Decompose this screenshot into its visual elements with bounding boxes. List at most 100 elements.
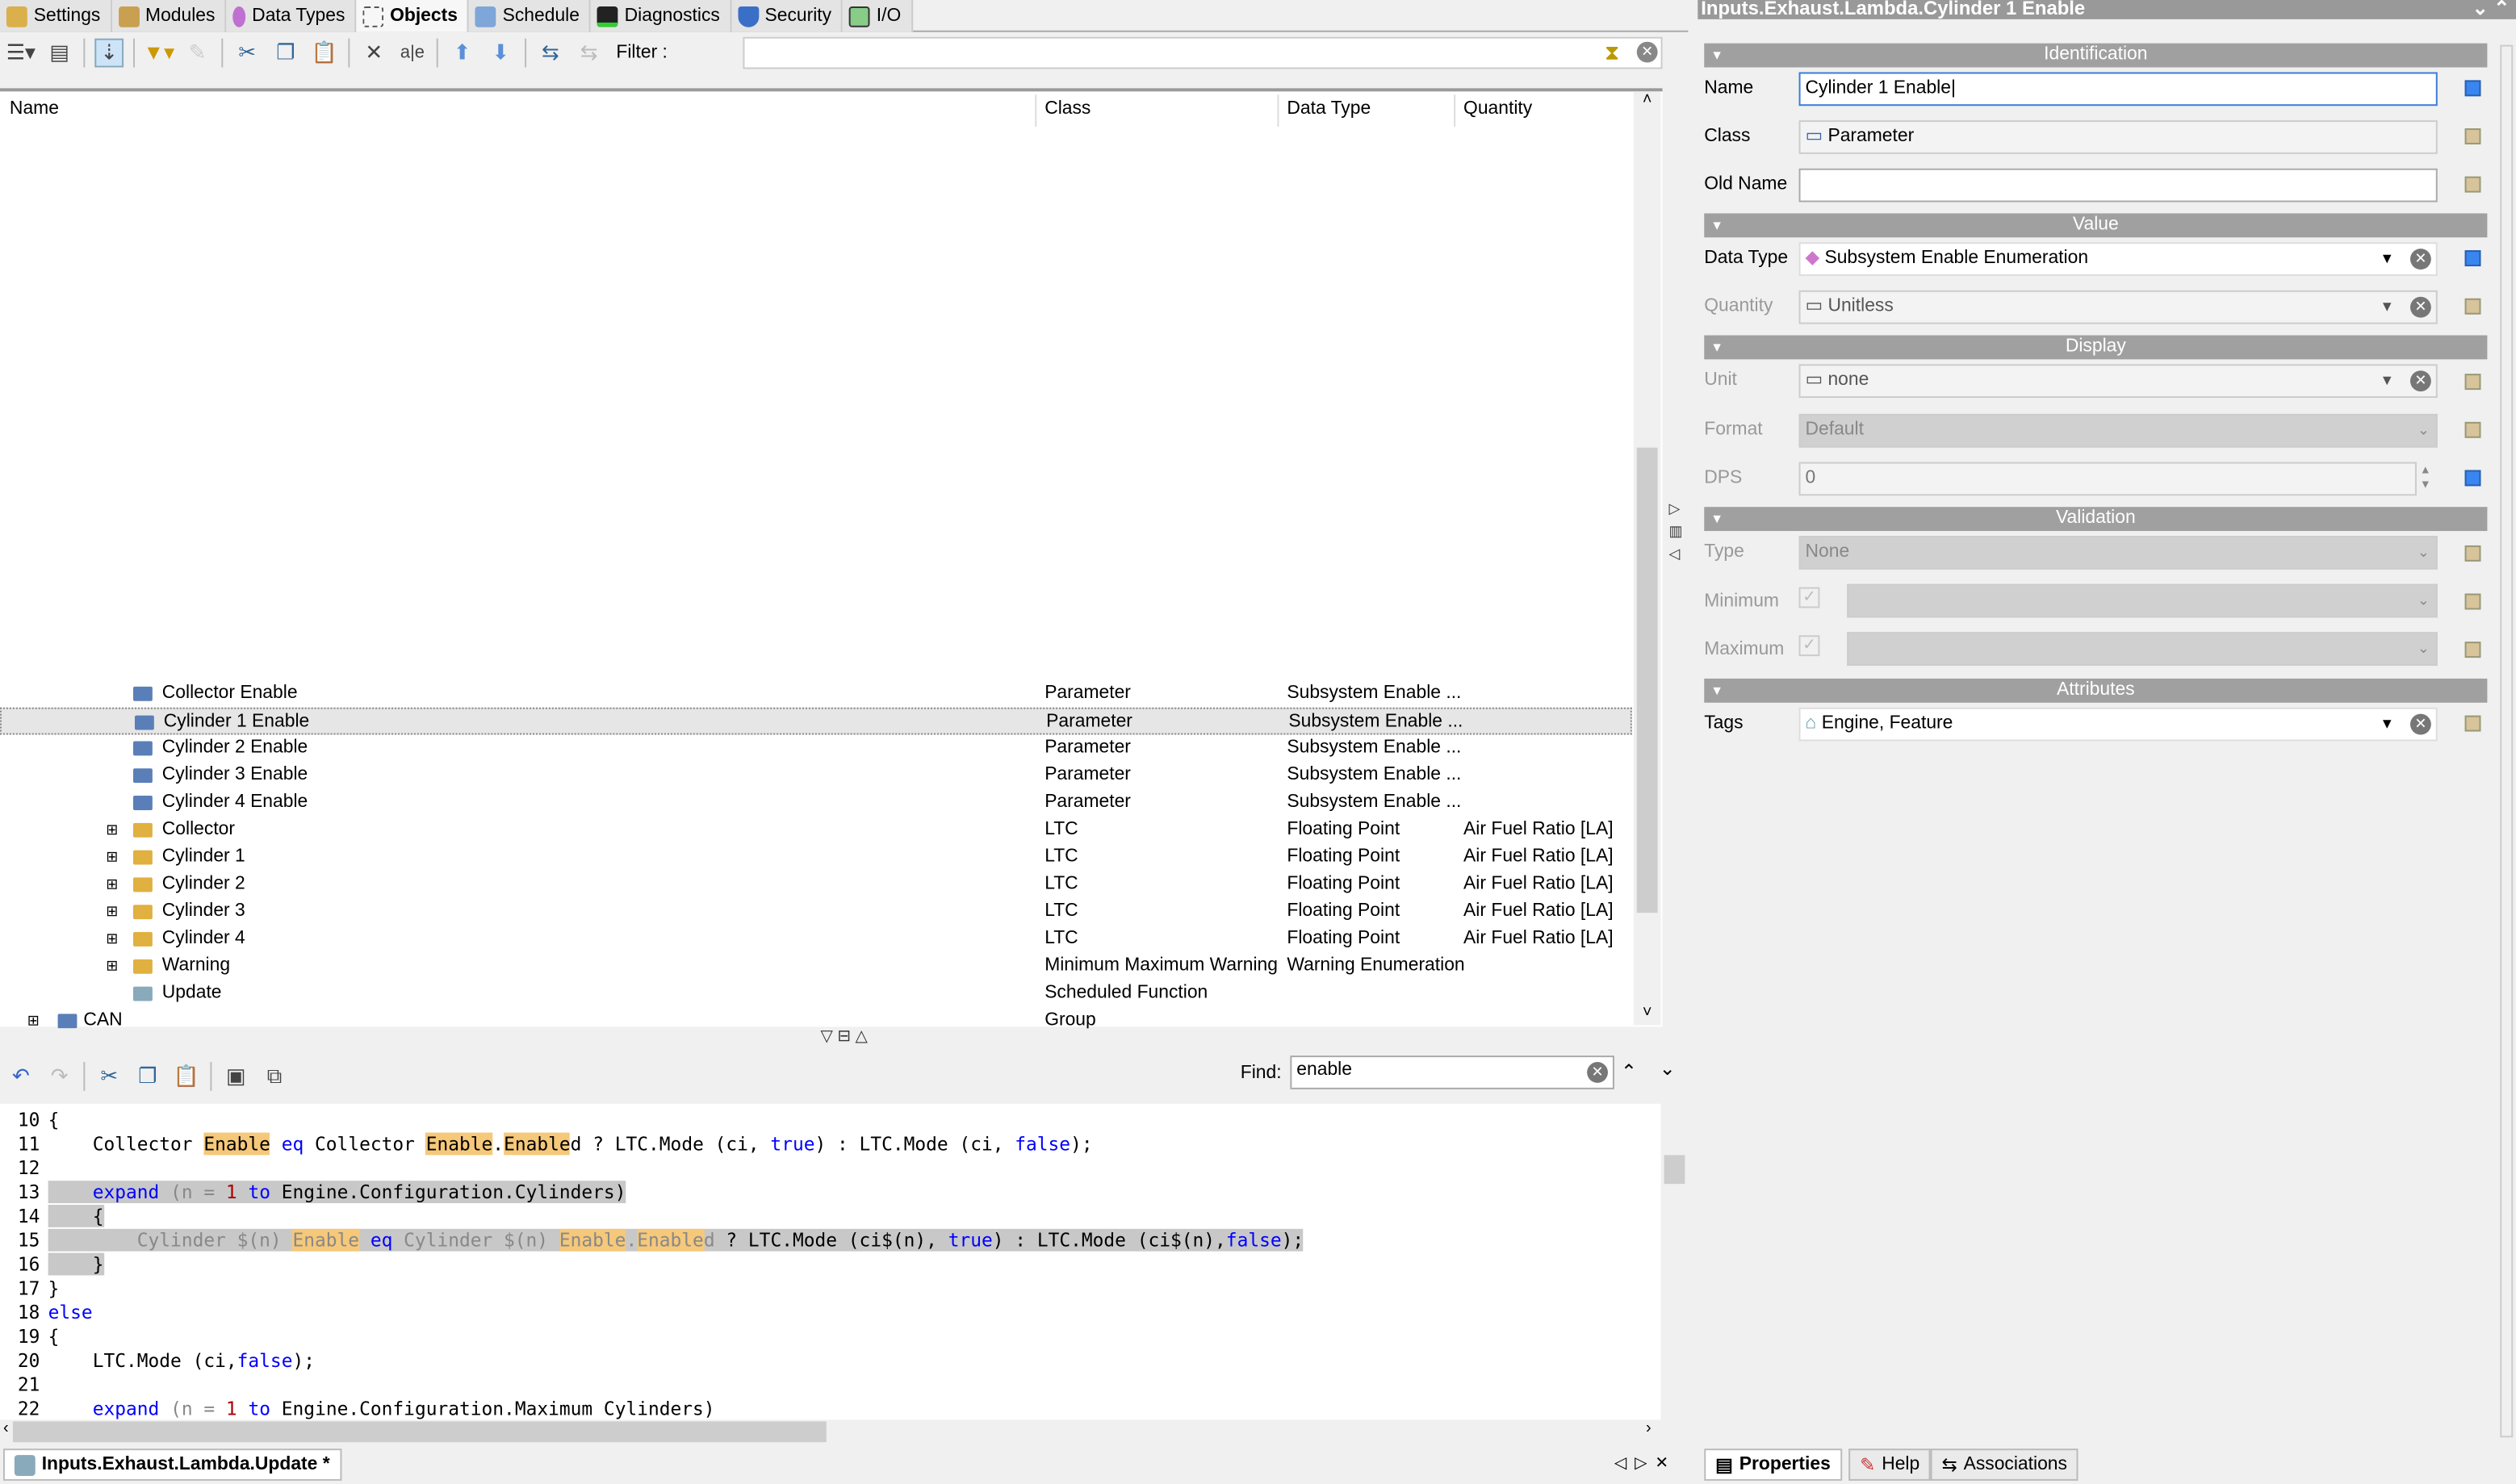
paste-icon[interactable]: 📋: [310, 39, 339, 68]
tags-select[interactable]: ⌂ Engine, Feature ▼ ✕: [1798, 707, 2438, 742]
properties-scrollbar[interactable]: [2500, 44, 2514, 1438]
dps-status-icon[interactable]: [2464, 470, 2481, 487]
old-name-status-icon[interactable]: [2464, 176, 2481, 193]
minimum-status-icon[interactable]: [2464, 593, 2481, 610]
find-next-icon[interactable]: ⌄: [1660, 1057, 1676, 1080]
format-status-icon[interactable]: [2464, 421, 2481, 438]
dps-input[interactable]: 0: [1798, 462, 2417, 496]
move-up-icon[interactable]: ⬆: [448, 39, 477, 68]
format-select[interactable]: Default ⌄: [1798, 413, 2438, 448]
expand-icon[interactable]: ⊞: [106, 953, 118, 980]
code-vertical-scrollbar[interactable]: [1661, 1104, 1689, 1420]
validation-type-select[interactable]: None ⌄: [1798, 535, 2438, 570]
redo-icon[interactable]: ↷: [45, 1062, 74, 1091]
column-header-quantity[interactable]: Quantity: [1463, 99, 1532, 119]
maximum-select[interactable]: ⌄: [1847, 632, 2438, 667]
scroll-down-icon[interactable]: ˅: [1634, 1004, 1661, 1022]
copy-icon[interactable]: ❐: [133, 1062, 162, 1091]
tab-properties[interactable]: ▤ Properties: [1704, 1448, 1842, 1481]
tab-objects[interactable]: Objects: [356, 0, 469, 32]
expand-icon[interactable]: ⊞: [106, 926, 118, 953]
tab-schedule[interactable]: Schedule: [468, 0, 591, 32]
scrollbar-thumb[interactable]: [1636, 447, 1658, 913]
data-type-status-icon[interactable]: [2464, 250, 2481, 267]
code-editor[interactable]: 10{ 11 Collector Enable eq Collector Ena…: [0, 1103, 1661, 1420]
section-display[interactable]: Display: [1704, 335, 2488, 360]
clear-unit-icon[interactable]: ✕: [2409, 370, 2431, 392]
collapse-panel-icon[interactable]: ⌄ ⌃: [2472, 0, 2510, 18]
document-nav-icons[interactable]: ◁▷✕: [1614, 1455, 1677, 1473]
close-filter-icon[interactable]: ✕: [1636, 41, 1658, 63]
clear-data-type-icon[interactable]: ✕: [2409, 249, 2431, 270]
maximum-status-icon[interactable]: [2464, 642, 2481, 658]
panel-collapse-icon[interactable]: ▷ ▥ ◁: [1669, 497, 1683, 564]
quantity-status-icon[interactable]: [2464, 298, 2481, 315]
tab-associations[interactable]: ⇆ Associations: [1930, 1448, 2079, 1481]
column-header-name[interactable]: Name: [10, 99, 59, 119]
old-name-input[interactable]: [1798, 168, 2438, 203]
tab-security[interactable]: Security: [731, 0, 844, 32]
expand-icon[interactable]: ⊞: [106, 817, 118, 844]
expand-icon[interactable]: ⊞: [106, 871, 118, 898]
pane-splitter[interactable]: ▽ ⊟ △: [0, 1028, 1689, 1058]
rename-icon[interactable]: a|e: [398, 39, 427, 68]
tree-row[interactable]: ⊞ Collector LTC Floating Point Air Fuel Rati…: [0, 817, 1632, 844]
tree-row[interactable]: ⊞ Cylinder 2 LTC Floating Point Air Fuel Rat…: [0, 871, 1632, 898]
tree-view-icon[interactable]: ☰▾: [6, 39, 36, 68]
tab-diagnostics[interactable]: Diagnostics: [590, 0, 731, 32]
find-input[interactable]: enable ✕: [1290, 1056, 1614, 1089]
tags-status-icon[interactable]: [2464, 715, 2481, 732]
tree-row[interactable]: Update Scheduled Function: [0, 980, 1632, 1008]
name-status-icon[interactable]: [2464, 80, 2481, 97]
document-tab[interactable]: Inputs.Exhaust.Lambda.Update *: [2, 1448, 341, 1481]
cut-icon[interactable]: ✂: [94, 1062, 123, 1091]
column-header-data-type[interactable]: Data Type: [1287, 99, 1371, 119]
clear-filter-icon[interactable]: ⧗: [1605, 40, 1619, 66]
unit-status-icon[interactable]: [2464, 374, 2481, 391]
edit-icon[interactable]: ✎: [183, 39, 212, 68]
section-validation[interactable]: Validation: [1704, 507, 2488, 532]
filter-input[interactable]: [743, 36, 1663, 69]
copy-icon[interactable]: ❐: [271, 39, 300, 68]
tree-row[interactable]: Collector Enable Parameter Subsystem Enabl…: [0, 680, 1632, 708]
paste-icon[interactable]: 📋: [172, 1062, 201, 1091]
insert-icon[interactable]: ▣: [221, 1062, 250, 1091]
tab-modules[interactable]: Modules: [111, 0, 227, 32]
data-type-select[interactable]: ◆ Subsystem Enable Enumeration ▼ ✕: [1798, 242, 2438, 276]
find-previous-icon[interactable]: ⌃: [1621, 1060, 1637, 1083]
maximum-checkbox[interactable]: ✓: [1798, 635, 1820, 657]
minimum-select[interactable]: ⌄: [1847, 583, 2438, 618]
expand-icon[interactable]: ⊞: [106, 844, 118, 872]
validation-type-status-icon[interactable]: [2464, 545, 2481, 562]
section-value[interactable]: Value: [1704, 213, 2488, 238]
tree-row[interactable]: Cylinder 4 Enable Parameter Subsystem Enab…: [0, 789, 1632, 817]
tab-data-types[interactable]: Data Types: [226, 0, 357, 32]
dps-spinner[interactable]: ▲ ▼: [2420, 464, 2431, 493]
delete-icon[interactable]: ✕: [359, 39, 388, 68]
quantity-select[interactable]: ▭ Unitless ▼ ✕: [1798, 290, 2438, 324]
minimum-checkbox[interactable]: ✓: [1798, 587, 1820, 608]
section-identification[interactable]: Identification: [1704, 43, 2488, 68]
expand-icon[interactable]: ⊞: [106, 898, 118, 926]
column-header-class[interactable]: Class: [1044, 99, 1091, 119]
tab-help[interactable]: ✎ Help: [1848, 1448, 1932, 1481]
scroll-up-icon[interactable]: ˄: [1634, 91, 1661, 109]
tree-row[interactable]: Cylinder 3 Enable Parameter Subsystem Enab…: [0, 762, 1632, 789]
tab-io[interactable]: I/O: [843, 0, 913, 32]
tree-row[interactable]: ⊞ Warning Minimum Maximum Warning Warning E…: [0, 953, 1632, 980]
move-down-icon[interactable]: ⬇: [486, 39, 515, 68]
tree-row[interactable]: Cylinder 2 Enable Parameter Subsystem Enab…: [0, 735, 1632, 763]
undo-icon[interactable]: ↶: [6, 1062, 36, 1091]
cut-icon[interactable]: ✂: [232, 39, 262, 68]
unit-select[interactable]: ▭ none ▼ ✕: [1798, 364, 2438, 399]
clear-find-icon[interactable]: ✕: [1587, 1062, 1608, 1083]
sync-icon[interactable]: ⇣: [94, 38, 124, 68]
tree-scrollbar[interactable]: ˄ ˅: [1633, 91, 1661, 1026]
tree-row[interactable]: ⊞ Cylinder 3 LTC Floating Point Air Fuel Rat…: [0, 898, 1632, 926]
class-status-icon[interactable]: [2464, 128, 2481, 144]
format-icon[interactable]: ⧉: [260, 1062, 289, 1091]
expand-all-icon[interactable]: ⇆: [536, 39, 565, 68]
name-input[interactable]: Cylinder 1 Enable|: [1798, 72, 2438, 107]
clear-tags-icon[interactable]: ✕: [2409, 713, 2431, 735]
clear-quantity-icon[interactable]: ✕: [2409, 296, 2431, 318]
